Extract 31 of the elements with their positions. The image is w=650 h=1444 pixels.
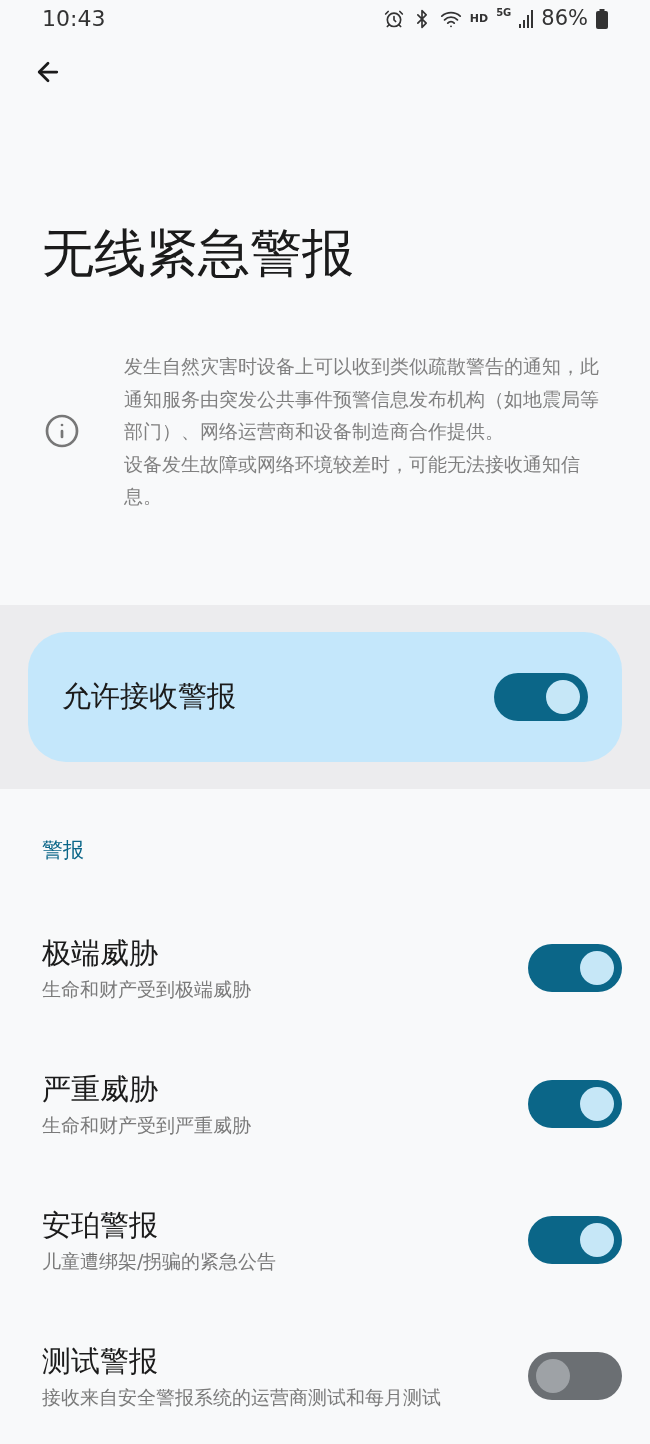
setting-title: 严重威胁 (42, 1071, 159, 1108)
setting-description: 生命和财产受到严重威胁 (42, 1113, 251, 1138)
toggle-switch[interactable] (494, 672, 588, 721)
setting-title: 安珀警报 (42, 1207, 159, 1244)
network-type-label: 5G (496, 6, 512, 21)
info-paragraph: 设备发生故障或网络环境较差时，可能无法接收通知信息。 (124, 451, 581, 509)
setting-title: 测试警报 (42, 1343, 159, 1380)
master-toggle-card[interactable]: 允许接收警报 (28, 631, 622, 762)
setting-title: 极端威胁 (42, 935, 159, 972)
toggle-switch[interactable] (528, 1080, 622, 1128)
page-title: 无线紧急警报 (41, 224, 355, 282)
alert-setting-row[interactable]: 严重威胁 生命和财产受到严重威胁 (0, 1036, 650, 1172)
alert-setting-row[interactable]: 极端威胁 生命和财产受到极端威胁 (0, 900, 650, 1036)
toggle-switch[interactable] (528, 1352, 622, 1400)
setting-description: 儿童遭绑架/拐骗的紧急公告 (42, 1249, 277, 1274)
info-icon (44, 413, 80, 450)
toggle-switch[interactable] (528, 1216, 622, 1264)
battery-percent: 86% (541, 5, 588, 33)
master-toggle-label: 允许接收警报 (62, 677, 236, 715)
setting-description: 生命和财产受到极端威胁 (42, 977, 251, 1002)
alarm-icon (383, 8, 404, 29)
alert-setting-row[interactable]: 安珀警报 儿童遭绑架/拐骗的紧急公告 (0, 1172, 650, 1308)
setting-description: 接收来自安全警报系统的运营商测试和每月测试 (42, 1385, 441, 1410)
hd-label: HD (469, 10, 489, 27)
alert-setting-row[interactable]: 测试警报 接收来自安全警报系统的运营商测试和每月测试 (0, 1308, 650, 1444)
signal-icon (519, 9, 534, 28)
status-time: 10:43 (42, 5, 106, 34)
battery-icon (596, 8, 608, 29)
toggle-switch[interactable] (528, 944, 622, 992)
info-paragraph: 发生自然灾害时设备上可以收到类似疏散警告的通知，此通知服务由突发公共事件预警信息发布机构（如地震局等部门）、网络运营商和设备制造商合作提供。 (124, 354, 600, 444)
section-header: 警报 (41, 836, 85, 864)
